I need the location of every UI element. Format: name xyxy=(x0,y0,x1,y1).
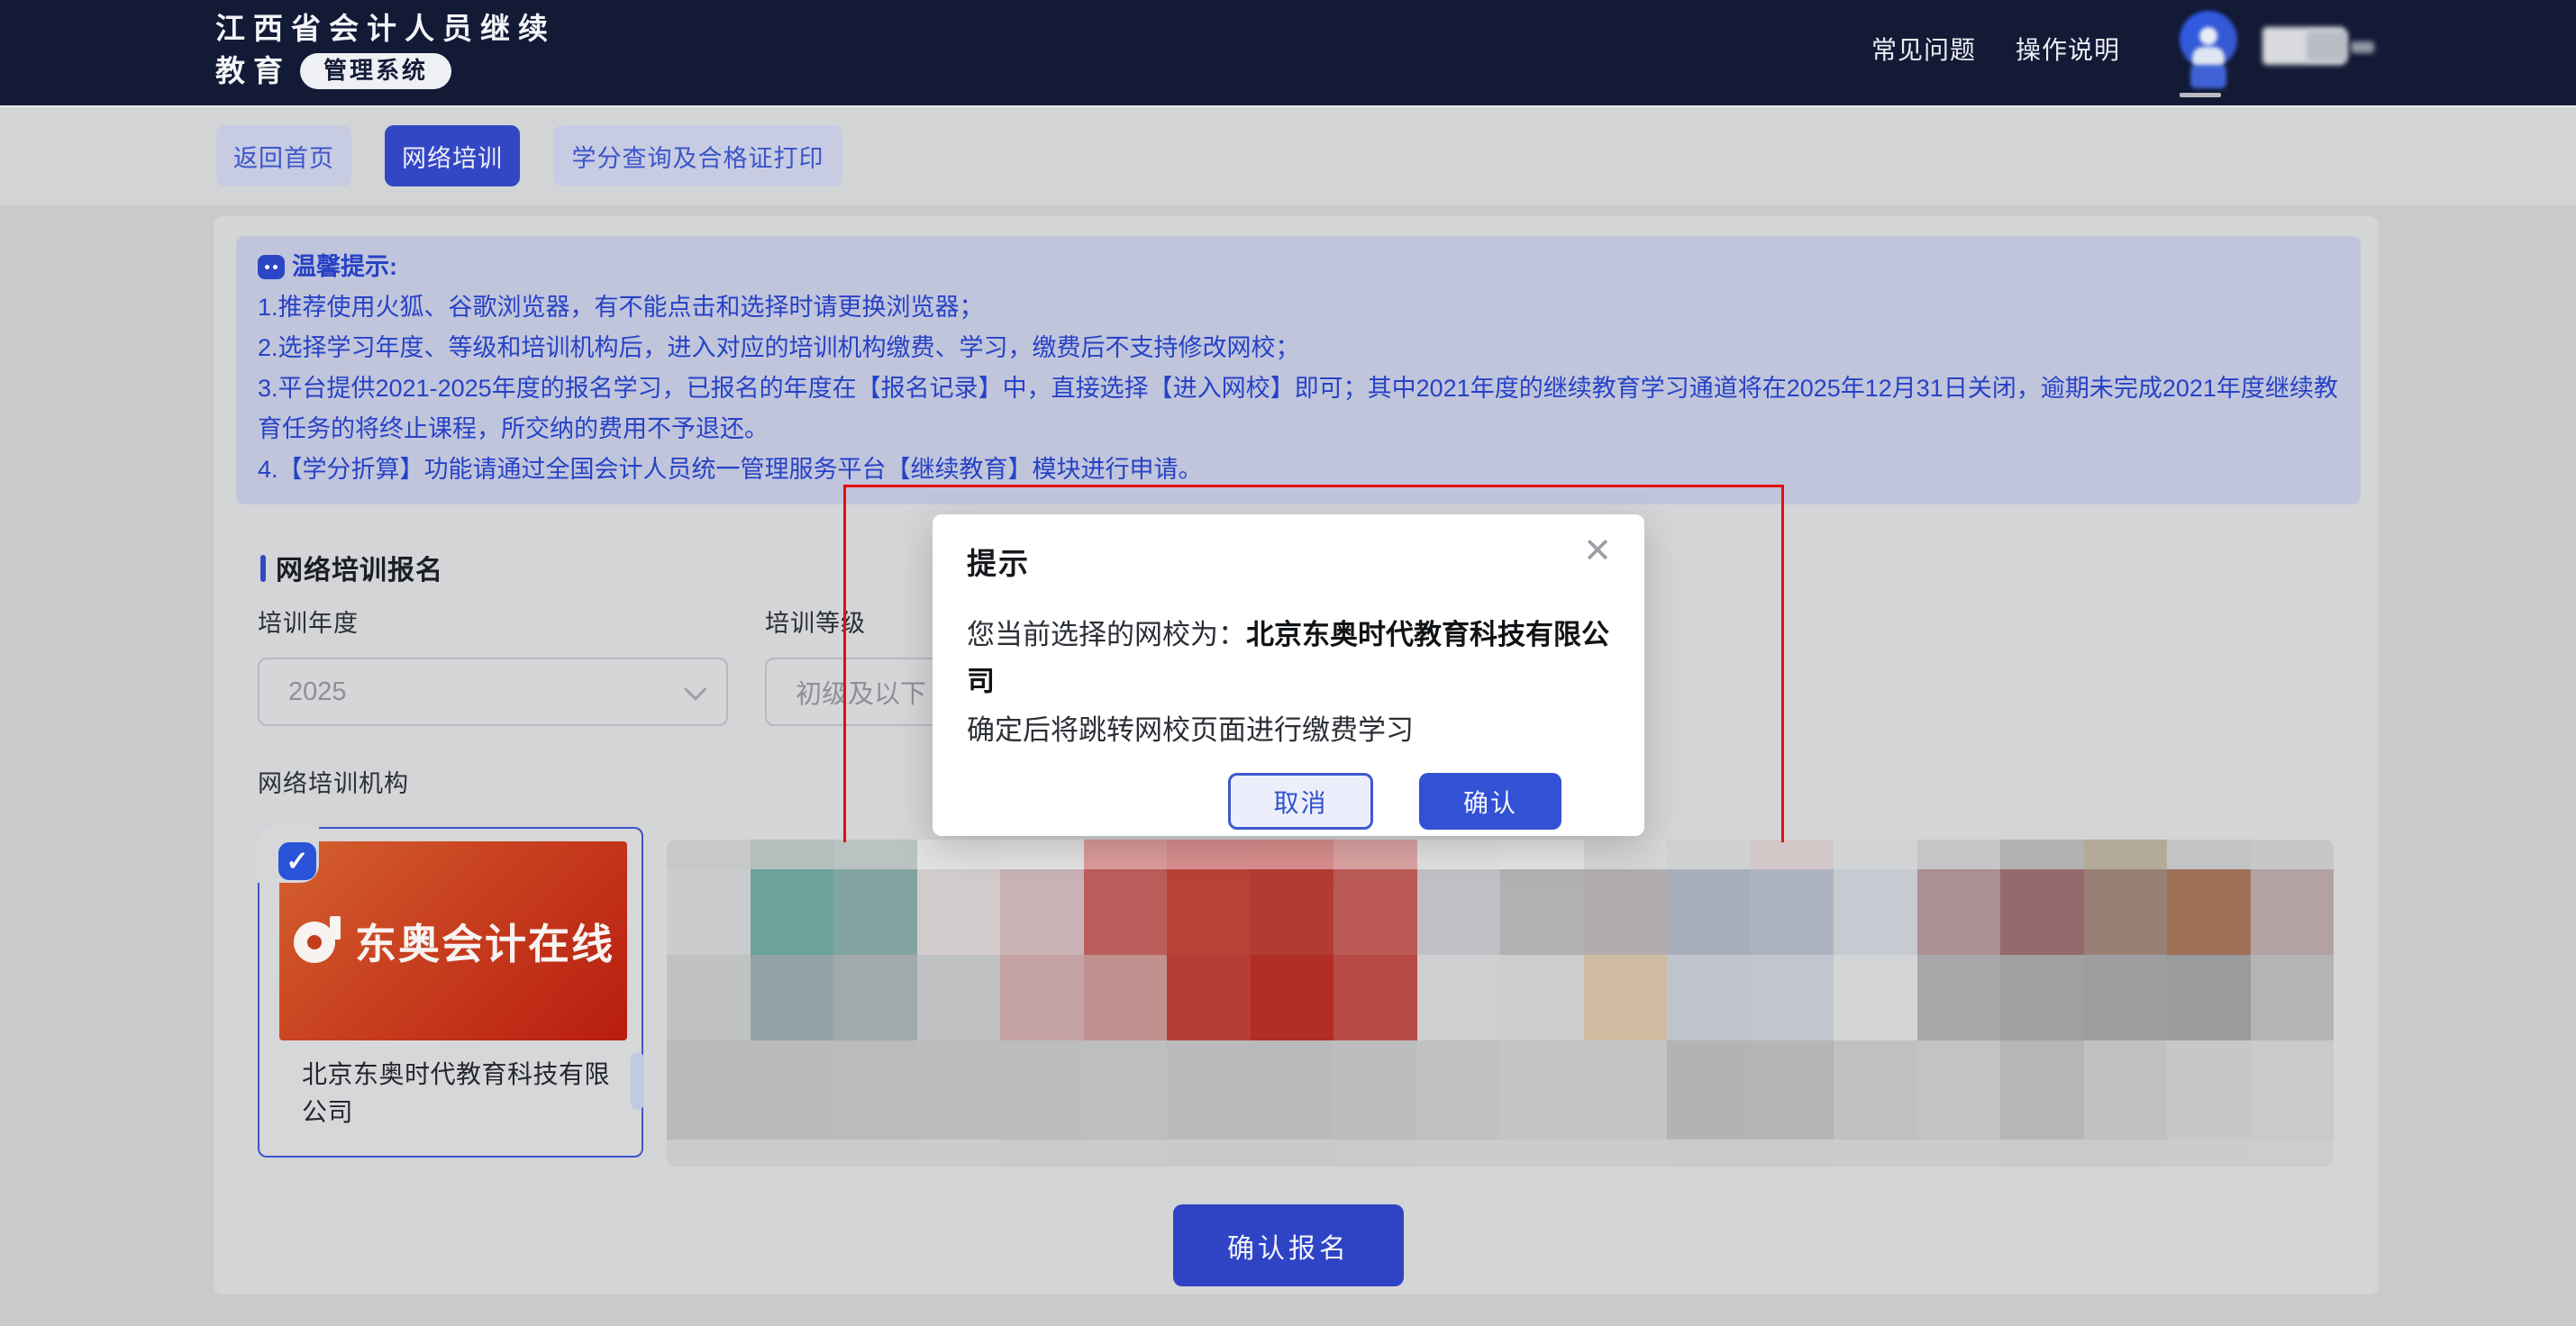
page: 江西省会计人员继续 教育 管理系统 常见问题 操作说明 返回首页 网络培训 学分… xyxy=(0,0,2576,1326)
dongao-logo-text: 东奥会计在线 xyxy=(355,912,614,971)
training-year-value: 2025 xyxy=(288,677,685,707)
toolbar: 返回首页 网络培训 学分查询及合格证打印 xyxy=(0,105,2576,205)
dialog-title: 提示 xyxy=(967,540,1030,583)
cancel-button[interactable]: 取消 xyxy=(1228,773,1373,830)
app-header: 江西省会计人员继续 教育 管理系统 常见问题 操作说明 xyxy=(0,0,2576,105)
institution-name: 北京东奥时代教育科技有限公司 xyxy=(302,1056,619,1131)
person-icon xyxy=(2199,27,2217,45)
app-title: 江西省会计人员继续 教育 管理系统 xyxy=(215,7,556,92)
chevron-down-icon xyxy=(684,677,706,700)
message-dots-icon xyxy=(258,255,285,279)
org-list-label: 网络培训机构 xyxy=(258,764,409,799)
confirm-button[interactable]: 确认 xyxy=(1419,773,1561,830)
notice-line-2: 2.选择学习年度、等级和培训机构后，进入对应的培训机构缴费、学习，缴费后不支持修… xyxy=(258,328,2339,368)
dongao-logo: 东奥会计在线 xyxy=(279,841,627,1040)
training-year-label: 培训年度 xyxy=(258,604,359,639)
dialog-body: 您当前选择的网校为：北京东奥时代教育科技有限公司 xyxy=(967,612,1628,705)
institution-card-selected[interactable]: 东奥会计在线 ✓ 北京东奥时代教育科技有限公司 xyxy=(258,827,643,1158)
notice-line-3: 3.平台提供2021-2025年度的报名学习，已报名的年度在【报名记录】中，直接… xyxy=(258,368,2339,450)
confirm-dialog: 提示 ✕ 您当前选择的网校为：北京东奥时代教育科技有限公司 确定后将跳转网校页面… xyxy=(933,514,1644,836)
back-home-button[interactable]: 返回首页 xyxy=(216,125,351,186)
app-title-line1: 江西省会计人员继续 xyxy=(215,7,556,50)
dialog-body-prefix: 您当前选择的网校为： xyxy=(967,619,1246,650)
close-icon[interactable]: ✕ xyxy=(1583,534,1612,568)
app-title-line2: 教育 xyxy=(215,50,291,92)
notice-title: 温馨提示: xyxy=(292,247,397,287)
section-title-bar xyxy=(260,555,266,582)
avatar[interactable] xyxy=(2180,9,2252,94)
online-training-tab[interactable]: 网络培训 xyxy=(385,125,520,186)
dongao-logo-mark-icon xyxy=(294,916,344,967)
blurred-institutions xyxy=(667,840,2334,1167)
confirm-registration-button[interactable]: 确认报名 xyxy=(1173,1204,1404,1286)
training-level-label: 培训等级 xyxy=(765,604,866,639)
notice-box: 温馨提示: 1.推荐使用火狐、谷歌浏览器，有不能点击和选择时请更换浏览器； 2.… xyxy=(236,236,2361,504)
system-badge: 管理系统 xyxy=(300,53,451,89)
nav-faq-link[interactable]: 常见问题 xyxy=(1871,31,1976,67)
user-name-redacted-dash xyxy=(2351,41,2374,53)
scrollbar-thumb[interactable] xyxy=(631,1052,644,1110)
avatar-pixel-block xyxy=(2190,65,2226,88)
institution-checkbox[interactable]: ✓ xyxy=(278,842,316,880)
section-title: 网络培训报名 xyxy=(276,548,443,587)
notice-line-1: 1.推荐使用火狐、谷歌浏览器，有不能点击和选择时请更换浏览器； xyxy=(258,287,2339,328)
nav-guide-link[interactable]: 操作说明 xyxy=(2016,31,2120,67)
avatar-underline xyxy=(2180,93,2221,97)
user-name-redacted-block xyxy=(2307,31,2348,61)
training-year-select[interactable]: 2025 xyxy=(258,658,728,726)
credit-query-button[interactable]: 学分查询及合格证打印 xyxy=(553,125,842,186)
notice-line-4: 4.【学分折算】功能请通过全国会计人员统一管理服务平台【继续教育】模块进行申请。 xyxy=(258,450,2339,490)
dialog-body-line2: 确定后将跳转网校页面进行缴费学习 xyxy=(967,707,1414,748)
person-icon-body xyxy=(2192,47,2225,65)
